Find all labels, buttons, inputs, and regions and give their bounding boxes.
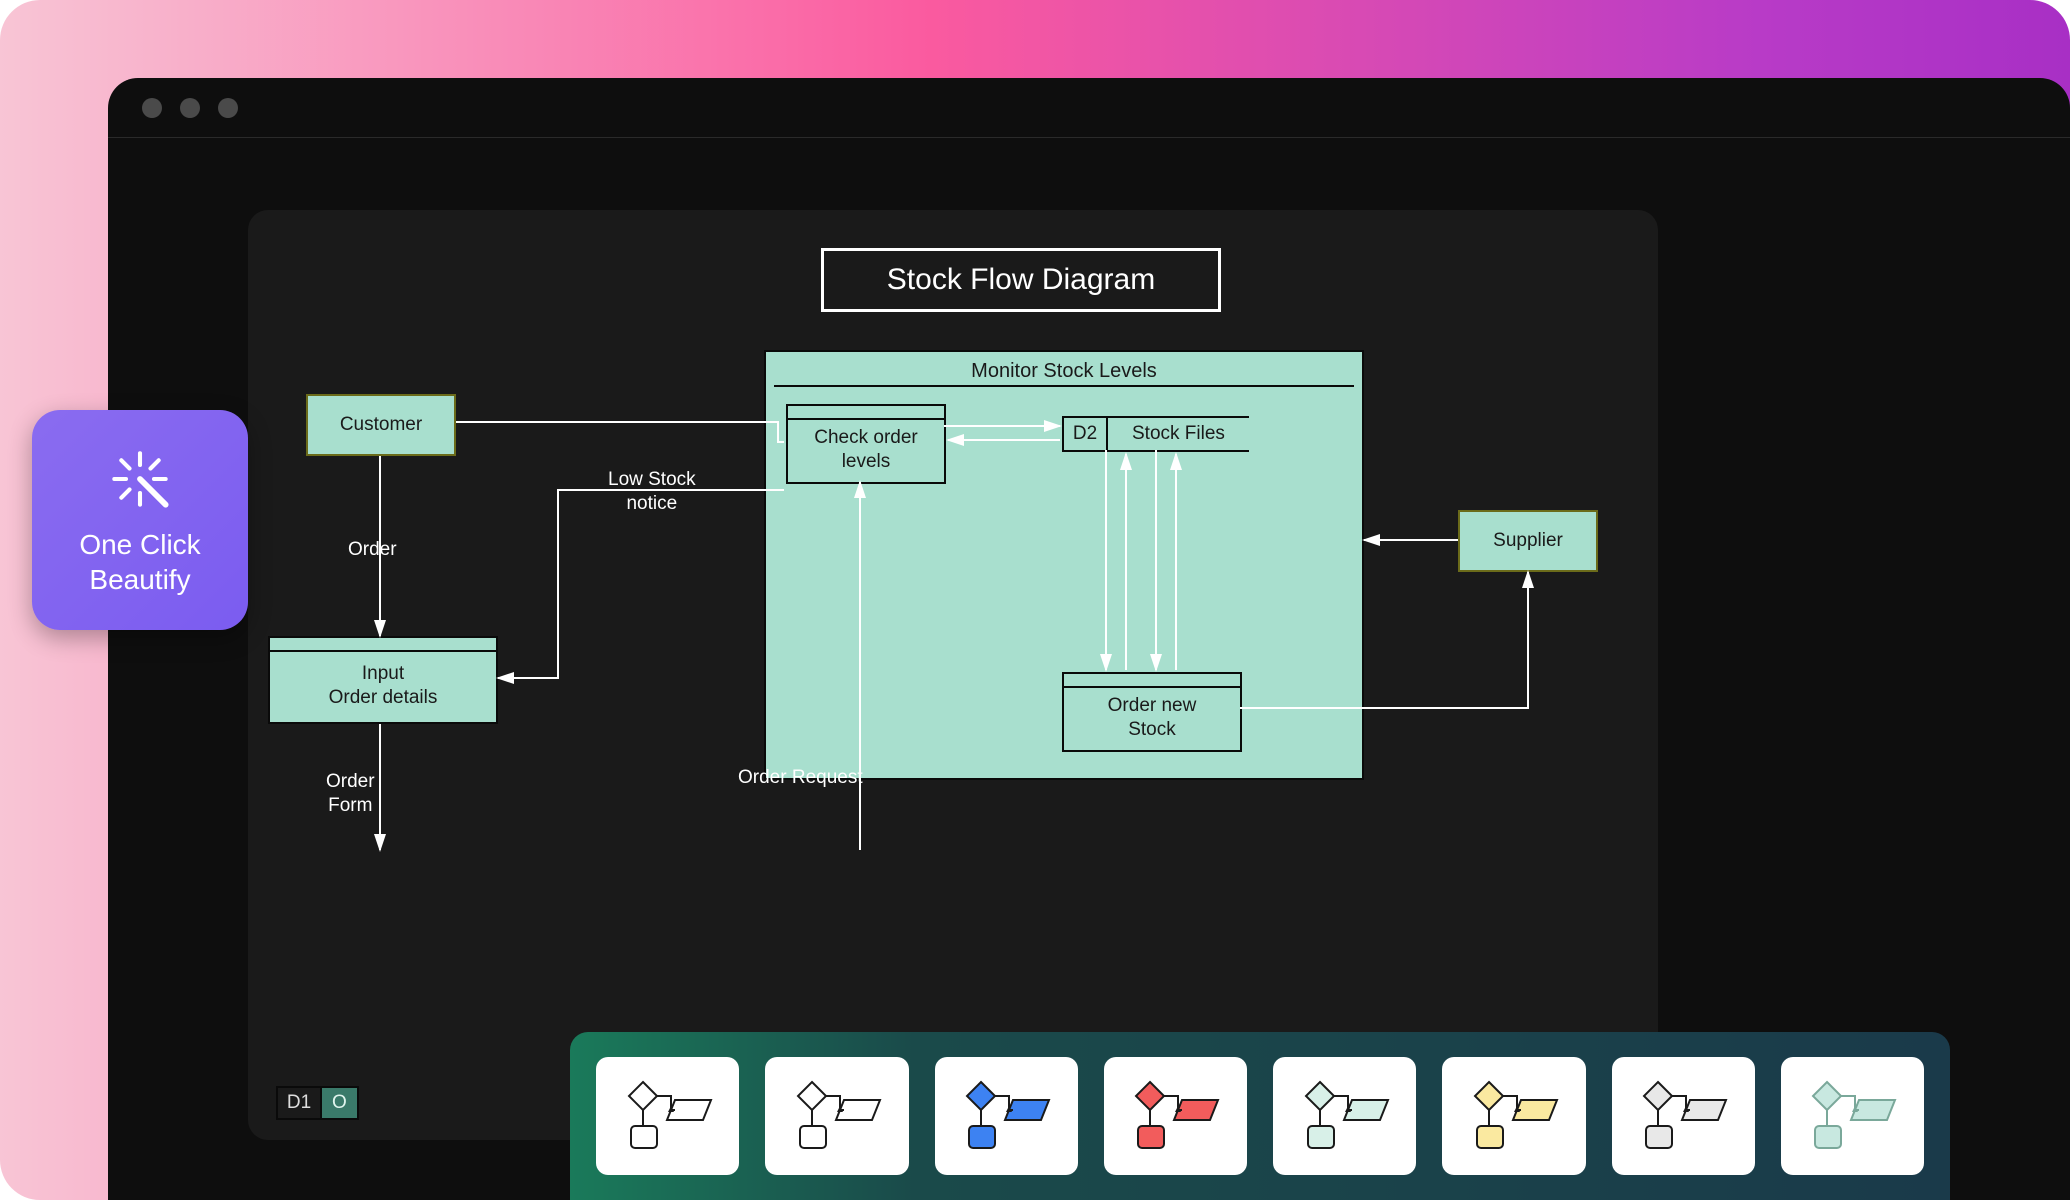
style-swatch-gray[interactable] (1612, 1057, 1755, 1175)
window-minimize-button[interactable] (180, 98, 200, 118)
sparkle-wand-icon (105, 444, 175, 519)
datastore-id: D2 (1064, 418, 1108, 450)
diagram-canvas[interactable]: Stock Flow Diagram Monitor Stock Levels … (248, 210, 1658, 1140)
node-label: Order new (1108, 694, 1197, 718)
datastore-label: O (322, 1088, 357, 1118)
style-swatch-outline-black[interactable] (596, 1057, 739, 1175)
node-label: Customer (340, 414, 422, 436)
window-close-button[interactable] (142, 98, 162, 118)
edge-label-order-form-1: Order (326, 771, 375, 792)
edge-label-order: Order (348, 538, 397, 562)
datastore-d1[interactable]: D1 O (276, 1086, 359, 1120)
node-order-new-stock[interactable]: Order new Stock (1062, 672, 1242, 752)
style-swatch-red[interactable] (1104, 1057, 1247, 1175)
datastore-label: Stock Files (1108, 418, 1249, 450)
node-label: Check order (814, 426, 918, 450)
node-input-order-details[interactable]: Input Order details (268, 636, 498, 724)
datastore-stock-files[interactable]: D2 Stock Files (1062, 416, 1249, 452)
beautify-promo-card[interactable]: One Click Beautify (32, 410, 248, 630)
node-customer[interactable]: Customer (306, 394, 456, 456)
datastore-id: D1 (278, 1088, 322, 1118)
window-maximize-button[interactable] (218, 98, 238, 118)
beautify-label-1: One Click (79, 529, 200, 560)
style-swatch-blue[interactable] (935, 1057, 1078, 1175)
window-title-bar (108, 78, 2070, 138)
beautify-label-2: Beautify (89, 564, 190, 595)
style-swatch-yellow[interactable] (1442, 1057, 1585, 1175)
node-label: Supplier (1493, 530, 1563, 552)
style-swatch-mint[interactable] (1273, 1057, 1416, 1175)
container-header-label: Monitor Stock Levels (774, 360, 1354, 387)
container-monitor-stock[interactable]: Monitor Stock Levels Check order levels … (764, 350, 1364, 780)
node-label: Order details (329, 686, 438, 710)
edge-label-low-stock-2: notice (626, 493, 677, 514)
diagram-title-block[interactable]: Stock Flow Diagram (821, 248, 1221, 312)
edge-label-order-request: Order Request (738, 766, 863, 790)
edge-label-low-stock-1: Low Stock (608, 469, 696, 490)
node-label: Stock (1128, 718, 1176, 742)
edge-label-order-form-2: Form (328, 795, 372, 816)
style-palette (570, 1032, 1950, 1200)
diagram-title-text: Stock Flow Diagram (887, 263, 1155, 297)
node-label: Input (362, 662, 404, 686)
node-supplier[interactable]: Supplier (1458, 510, 1598, 572)
node-label: levels (842, 450, 891, 474)
node-check-order-levels[interactable]: Check order levels (786, 404, 946, 484)
style-swatch-teal-light[interactable] (1781, 1057, 1924, 1175)
style-swatch-outline-black-2[interactable] (765, 1057, 908, 1175)
